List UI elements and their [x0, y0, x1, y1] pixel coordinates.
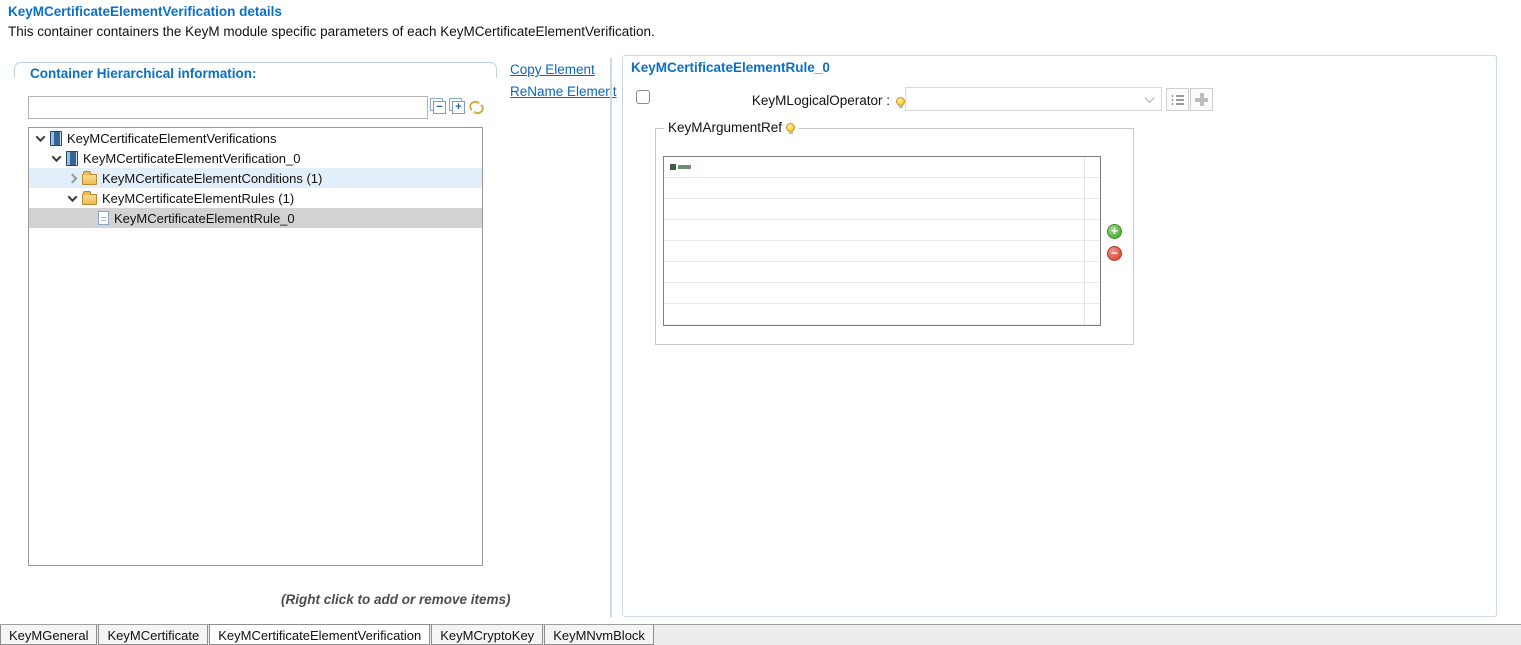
page-subtitle: This container containers the KeyM modul… — [8, 24, 655, 39]
module-tab-keymcertificateelementverification[interactable]: KeyMCertificateElementVerification — [209, 624, 430, 645]
argument-ref-row[interactable] — [664, 304, 1100, 325]
table-column-divider — [1084, 157, 1085, 325]
tree-filter-input[interactable] — [28, 96, 428, 119]
chevron-down-icon[interactable] — [36, 132, 46, 142]
folder-icon — [82, 174, 97, 185]
argument-ref-legend: KeyMArgumentRef — [664, 120, 799, 135]
hierarchy-tree: KeyMCertificateElementVerifications KeyMC… — [28, 127, 483, 566]
tree-item[interactable]: KeyMCertificateElementRule_0 — [29, 208, 482, 228]
add-icon: + — [1111, 225, 1118, 237]
tree-hint-text: (Right click to add or remove items) — [281, 592, 511, 607]
chevron-spacer — [85, 215, 92, 222]
page-title: KeyMCertificateElementVerification detai… — [8, 4, 282, 19]
expand-all-icon[interactable]: + — [452, 101, 465, 114]
module-tab-keymnvmblock[interactable]: KeyMNvmBlock — [544, 625, 654, 645]
panel-divider — [610, 58, 612, 617]
tree-item[interactable]: KeyMCertificateElementVerifications — [29, 128, 482, 148]
chevron-down-icon — [1145, 93, 1155, 103]
reference-cell-icon — [670, 164, 691, 170]
tree-item-label: KeyMCertificateElementRules (1) — [102, 191, 294, 206]
copy-element-link[interactable]: Copy Element — [510, 62, 595, 77]
tree-item-label: KeyMCertificateElementVerification_0 — [83, 151, 301, 166]
argument-ref-row[interactable] — [664, 283, 1100, 304]
document-icon — [98, 211, 109, 225]
list-icon — [1171, 94, 1184, 105]
chevron-down-icon[interactable] — [68, 192, 78, 202]
tree-item-label: KeyMCertificateElementConditions (1) — [102, 171, 322, 186]
argument-ref-row[interactable] — [664, 220, 1100, 241]
tree-item-label: KeyMCertificateElementVerifications — [67, 131, 277, 146]
argument-ref-row[interactable] — [664, 178, 1100, 199]
argument-ref-row[interactable] — [664, 157, 1100, 178]
rename-element-link[interactable]: ReName Element — [510, 84, 617, 99]
argument-ref-row[interactable] — [664, 241, 1100, 262]
collapse-all-icon[interactable]: − — [433, 101, 446, 114]
remove-icon: − — [1111, 247, 1118, 259]
module-icon — [66, 151, 78, 166]
refresh-icon[interactable] — [468, 99, 485, 116]
tree-item[interactable]: KeyMCertificateElementRules (1) — [29, 188, 482, 208]
tree-item[interactable]: KeyMCertificateElementVerification_0 — [29, 148, 482, 168]
argument-ref-hint-icon — [786, 123, 795, 132]
module-tab-bar: KeyMGeneralKeyMCertificateKeyMCertificat… — [0, 624, 1521, 645]
module-tab-keymgeneral[interactable]: KeyMGeneral — [0, 625, 97, 645]
argument-ref-table[interactable] — [663, 156, 1101, 326]
logical-operator-hint-icon — [896, 97, 905, 106]
argument-ref-row[interactable] — [664, 199, 1100, 220]
logical-operator-label: KeyMLogicalOperator : — [660, 93, 890, 108]
operator-list-button[interactable] — [1166, 88, 1189, 111]
keym-editor-window: KeyMCertificateElementVerification detai… — [0, 0, 1521, 645]
module-icon — [50, 131, 62, 146]
operator-add-button[interactable] — [1190, 88, 1213, 111]
chevron-down-icon[interactable] — [52, 152, 62, 162]
plus-icon — [1195, 93, 1208, 106]
argument-ref-row[interactable] — [664, 262, 1100, 283]
tree-item-label: KeyMCertificateElementRule_0 — [114, 211, 295, 226]
rule-checkbox[interactable] — [636, 90, 650, 104]
tree-item[interactable]: KeyMCertificateElementConditions (1) — [29, 168, 482, 188]
module-tab-keymcertificate[interactable]: KeyMCertificate — [98, 625, 208, 645]
argument-ref-legend-text: KeyMArgumentRef — [668, 120, 782, 135]
chevron-right-icon[interactable] — [68, 173, 78, 183]
remove-row-button[interactable]: − — [1107, 246, 1122, 261]
container-hierarchy-title: Container Hierarchical information: — [30, 66, 257, 81]
folder-icon — [82, 194, 97, 205]
module-tab-keymcryptokey[interactable]: KeyMCryptoKey — [431, 625, 543, 645]
add-row-button[interactable]: + — [1107, 224, 1122, 239]
logical-operator-combobox[interactable] — [905, 87, 1162, 111]
detail-title: KeyMCertificateElementRule_0 — [631, 60, 830, 75]
